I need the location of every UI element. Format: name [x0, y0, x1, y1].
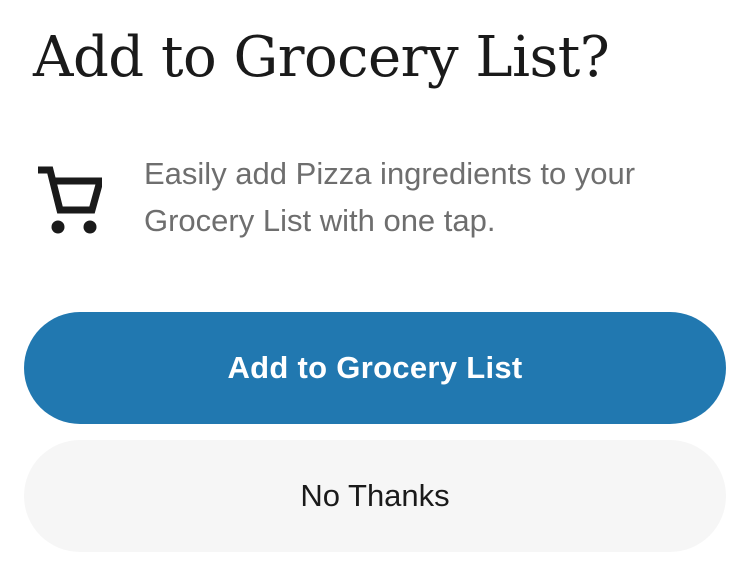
no-thanks-label: No Thanks: [300, 478, 450, 513]
add-to-grocery-list-button[interactable]: Add to Grocery List: [24, 312, 726, 424]
add-to-grocery-list-label: Add to Grocery List: [227, 350, 523, 385]
dialog-message: Easily add Pizza ingredients to your Gro…: [144, 156, 636, 238]
dialog-title: Add to Grocery List?: [33, 25, 610, 90]
dialog-info-row: Easily add Pizza ingredients to your Gro…: [36, 150, 716, 250]
no-thanks-button[interactable]: No Thanks: [24, 440, 726, 552]
shopping-cart-icon: [36, 164, 105, 234]
grocery-list-dialog: Add to Grocery List? Easily add Pizza in…: [0, 0, 750, 576]
